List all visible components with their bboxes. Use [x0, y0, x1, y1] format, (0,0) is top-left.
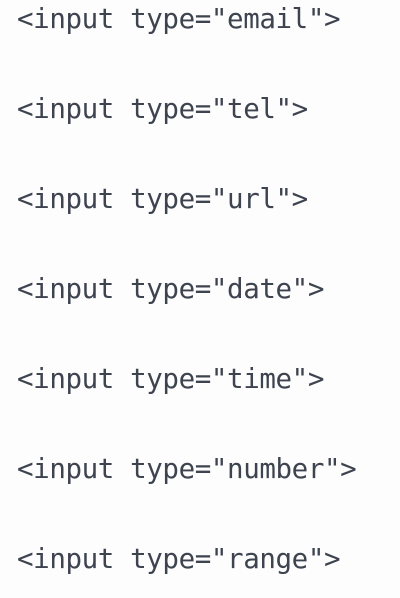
code-line-url-input: <input type="url">: [17, 183, 308, 215]
code-line-tel-input: <input type="tel">: [17, 93, 308, 125]
code-line-range-input: <input type="range">: [17, 543, 341, 575]
code-line-number-input: <input type="number">: [17, 453, 357, 485]
code-line-email-input: <input type="email">: [17, 3, 341, 35]
code-line-date-input: <input type="date">: [17, 273, 324, 305]
code-snippet-list: <input type="email"> <input type="tel"> …: [0, 0, 400, 598]
code-line-time-input: <input type="time">: [17, 363, 324, 395]
